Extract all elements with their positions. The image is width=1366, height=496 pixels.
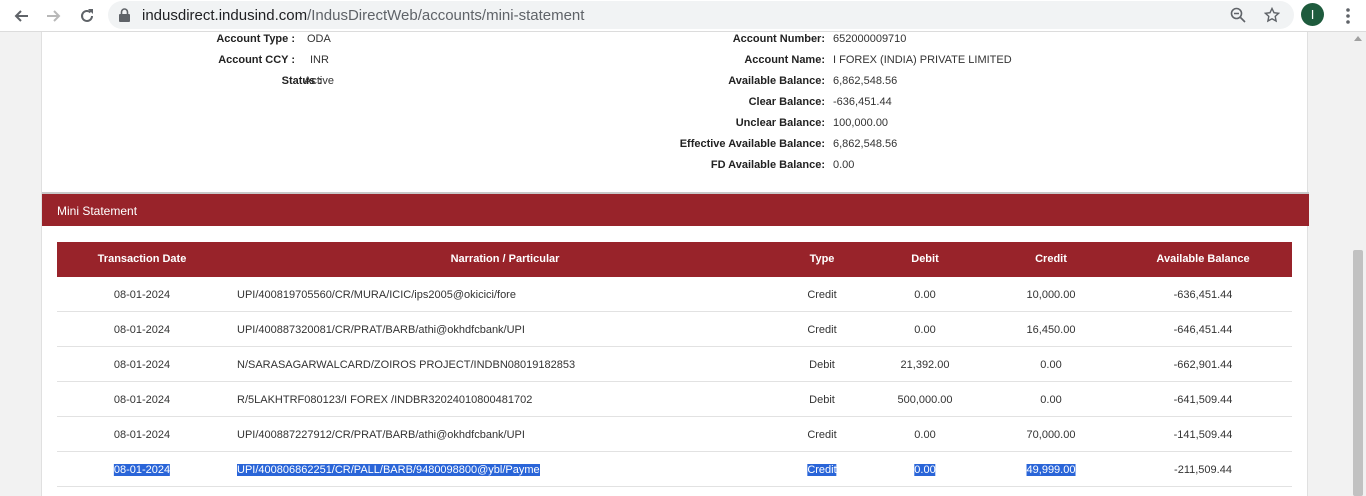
row-type: Credit: [807, 289, 837, 301]
account-name-value: I FOREX (INDIA) PRIVATE LIMITED: [833, 54, 1012, 66]
lock-icon: [119, 8, 130, 27]
fd-available-balance-label: FD Available Balance:: [710, 159, 825, 171]
profile-avatar[interactable]: I: [1301, 3, 1324, 26]
account-type-value: ODA: [307, 33, 331, 45]
scroll-up-arrow-icon[interactable]: [1354, 36, 1362, 41]
effective-available-balance-value: 6,862,548.56: [833, 138, 898, 150]
row-balance: -636,451.44: [1173, 289, 1233, 301]
fd-available-balance-value: 0.00: [833, 159, 855, 171]
reload-icon[interactable]: [74, 3, 100, 29]
account-type-label: Account Type :: [216, 33, 295, 45]
account-panel: Account Type : ODA Account CCY : INR Sta…: [41, 32, 1309, 496]
forward-arrow-icon[interactable]: [41, 3, 67, 29]
row-date: 08-01-2024: [113, 324, 171, 336]
row-credit: 49,999.00: [1026, 464, 1076, 476]
row-type: Debit: [809, 359, 835, 371]
col-available-balance: Available Balance: [1156, 253, 1250, 265]
row-credit: 70,000.00: [1026, 429, 1076, 441]
row-credit: 0.00: [1040, 394, 1062, 406]
table-row-selected: 08-01-2024 UPI/400806862251/CR/PALL/BARB…: [57, 452, 1292, 487]
row-date: 08-01-2024: [113, 289, 171, 301]
menu-dots-icon[interactable]: [1340, 6, 1356, 26]
unclear-balance-value: 100,000.00: [833, 117, 889, 129]
mini-statement-header: Mini Statement: [42, 192, 1309, 226]
row-narration: UPI/400819705560/CR/MURA/ICIC/ips2005@ok…: [237, 289, 516, 301]
mini-statement-title: Mini Statement: [57, 204, 138, 218]
browser-toolbar: indusdirect.indusind.com/IndusDirectWeb/…: [0, 0, 1366, 32]
page-scrollbar[interactable]: [1350, 32, 1366, 496]
clear-balance-label: Clear Balance:: [748, 96, 825, 108]
col-credit: Credit: [1035, 253, 1067, 265]
address-bar[interactable]: indusdirect.indusind.com/IndusDirectWeb/…: [108, 1, 1294, 29]
available-balance-value: 6,862,548.56: [833, 75, 898, 87]
row-balance: -641,509.44: [1173, 394, 1233, 406]
table-row: 08-01-2024 UPI/400887227912/CR/PRAT/BARB…: [57, 417, 1292, 452]
row-credit: 10,000.00: [1026, 289, 1076, 301]
row-debit: 0.00: [914, 289, 936, 301]
row-narration: N/SARASAGARWALCARD/ZOIROS PROJECT/INDBN0…: [237, 359, 576, 371]
row-date: 08-01-2024: [113, 464, 171, 476]
row-balance: -646,451.44: [1173, 324, 1233, 336]
unclear-balance-label: Unclear Balance:: [735, 117, 825, 129]
clear-balance-value: -636,451.44: [833, 96, 892, 108]
col-narration: Narration / Particular: [450, 253, 560, 265]
account-ccy-value: INR: [310, 54, 329, 66]
row-debit: 21,392.00: [900, 359, 950, 371]
row-type: Debit: [809, 394, 835, 406]
url-text[interactable]: indusdirect.indusind.com/IndusDirectWeb/…: [142, 7, 584, 24]
account-number-label: Account Number:: [732, 33, 825, 45]
col-transaction-date: Transaction Date: [97, 253, 187, 265]
row-narration: UPI/400806862251/CR/PALL/BARB/9480098800…: [237, 464, 540, 476]
table-row: 08-01-2024 R/5LAKHTRF080123/I FOREX /IND…: [57, 382, 1292, 417]
row-credit: 16,450.00: [1026, 324, 1076, 336]
url-domain: indusdirect.indusind.com: [142, 7, 308, 24]
back-arrow-icon[interactable]: [8, 3, 34, 29]
row-narration: R/5LAKHTRF080123/I FOREX /INDBR320240108…: [237, 394, 533, 406]
row-date: 08-01-2024: [113, 429, 171, 441]
row-date: 08-01-2024: [113, 394, 171, 406]
row-credit: 0.00: [1040, 359, 1062, 371]
bookmark-star-icon[interactable]: [1262, 5, 1282, 25]
effective-available-balance-label: Effective Available Balance:: [679, 138, 825, 150]
url-path: /IndusDirectWeb/accounts/mini-statement: [307, 7, 585, 24]
statement-table-header: Transaction Date Narration / Particular …: [57, 242, 1292, 277]
row-type: Credit: [807, 464, 837, 476]
row-balance: -141,509.44: [1173, 429, 1233, 441]
row-date: 08-01-2024: [113, 359, 171, 371]
row-debit: 0.00: [914, 464, 936, 476]
available-balance-label: Available Balance:: [728, 75, 825, 87]
account-ccy-label: Account CCY :: [218, 54, 295, 66]
row-narration: UPI/400887227912/CR/PRAT/BARB/athi@okhdf…: [237, 429, 525, 441]
row-debit: 500,000.00: [897, 394, 953, 406]
table-row: 08-01-2024 UPI/400887320081/CR/PRAT/BARB…: [57, 312, 1292, 347]
col-debit: Debit: [911, 253, 939, 265]
row-balance: -211,509.44: [1174, 464, 1232, 476]
table-row: 08-01-2024 UPI/400819705560/CR/MURA/ICIC…: [57, 277, 1292, 312]
page-content: Account Type : ODA Account CCY : INR Sta…: [0, 32, 1366, 496]
zoom-icon[interactable]: [1228, 5, 1248, 25]
row-debit: 0.00: [914, 324, 936, 336]
row-debit: 0.00: [914, 429, 936, 441]
row-narration: UPI/400887320081/CR/PRAT/BARB/athi@okhdf…: [237, 324, 525, 336]
status-value: Active: [304, 75, 334, 87]
scrollbar-thumb[interactable]: [1353, 250, 1363, 496]
row-balance: -662,901.44: [1173, 359, 1233, 371]
account-number-value: 652000009710: [833, 33, 907, 45]
row-type: Credit: [807, 429, 837, 441]
account-name-label: Account Name:: [744, 54, 825, 66]
table-row: 08-01-2024 N/SARASAGARWALCARD/ZOIROS PRO…: [57, 347, 1292, 382]
row-type: Credit: [807, 324, 837, 336]
col-type: Type: [809, 253, 835, 265]
